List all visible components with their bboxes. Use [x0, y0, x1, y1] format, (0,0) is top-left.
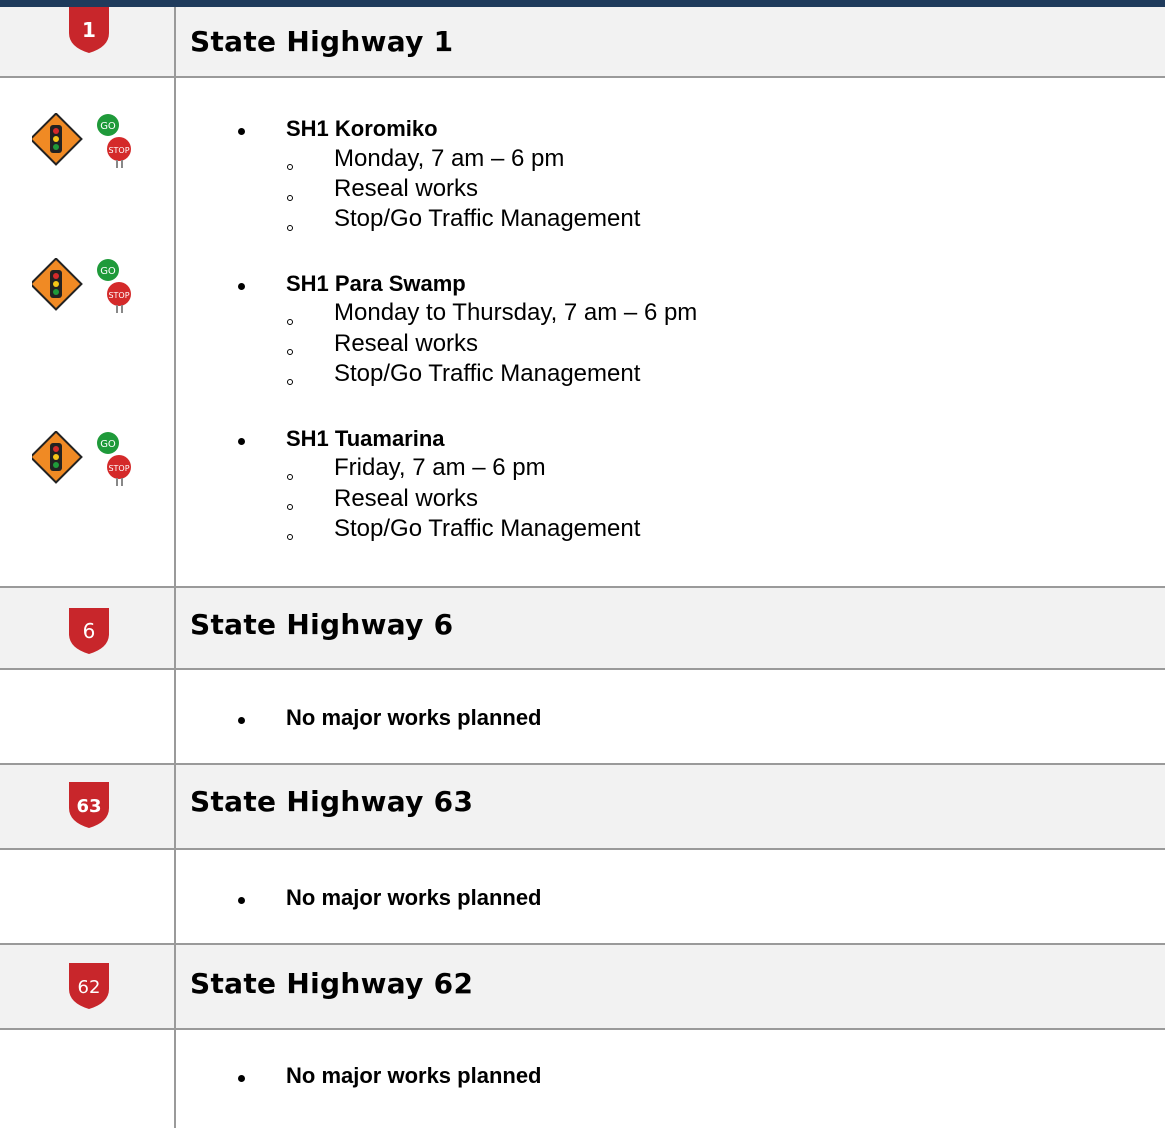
roadworks-signs-icon: GO STOP: [29, 257, 142, 318]
route-shield-icon: 63: [69, 782, 109, 828]
bullet: [238, 1075, 245, 1082]
route-shield-icon: 6: [69, 608, 109, 654]
section-body-sh62: No major works planned: [0, 1030, 1165, 1128]
route-shield-icon: 62: [69, 963, 109, 1009]
work-detail: Reseal works: [334, 485, 479, 512]
section-body-sh6: No major works planned: [0, 670, 1165, 765]
bullet: [238, 897, 245, 904]
bullet: [238, 717, 245, 724]
no-works-note: No major works planned: [286, 705, 542, 730]
section-body-sh63: No major works planned: [0, 850, 1165, 945]
work-detail: Stop/Go Traffic Management: [334, 360, 641, 387]
svg-text:GO: GO: [100, 121, 116, 132]
no-works-note: No major works planned: [286, 1063, 542, 1088]
icon-cell: [0, 850, 176, 943]
work-detail: Reseal works: [334, 330, 479, 357]
roadworks-signs-icon: GO STOP: [29, 430, 142, 491]
work-detail: Monday, 7 am – 6 pm: [334, 145, 565, 172]
sub-bullet: [287, 225, 293, 231]
svg-text:62: 62: [78, 977, 101, 998]
section-body-sh1: GO STOP SH1 Koromiko Monday, 7 am – 6 pm…: [0, 78, 1165, 588]
bullet: [238, 128, 245, 135]
section-title: State Highway 63: [190, 785, 474, 818]
bullet: [238, 438, 245, 445]
sub-bullet: [287, 195, 293, 201]
sub-bullet: [287, 164, 293, 170]
sub-bullet: [287, 379, 293, 385]
section-header-sh6: 6 State Highway 6: [0, 588, 1165, 670]
work-detail: Stop/Go Traffic Management: [334, 515, 641, 542]
work-detail: Stop/Go Traffic Management: [334, 205, 641, 232]
work-detail: Reseal works: [334, 175, 479, 202]
section-title: State Highway 1: [190, 25, 454, 58]
svg-text:STOP: STOP: [108, 291, 129, 300]
section-header-sh63: 63 State Highway 63: [0, 765, 1165, 850]
section-header-sh1: 1 State Highway 1: [0, 7, 1165, 78]
sub-bullet: [287, 349, 293, 355]
sub-bullet: [287, 474, 293, 480]
work-title: SH1 Para Swamp: [286, 271, 466, 296]
sub-bullet: [287, 504, 293, 510]
roadworks-signs-icon: GO STOP: [29, 112, 142, 173]
svg-text:63: 63: [76, 796, 101, 817]
sub-bullet: [287, 319, 293, 325]
top-rule: [0, 0, 1165, 7]
section-title: State Highway 62: [190, 967, 474, 1000]
icon-cell: [0, 1030, 176, 1128]
section-title: State Highway 6: [190, 608, 454, 641]
section-header-sh62: 62 State Highway 62: [0, 945, 1165, 1030]
no-works-note: No major works planned: [286, 885, 542, 910]
icon-cell: [0, 670, 176, 763]
svg-text:GO: GO: [100, 266, 116, 277]
bullet: [238, 283, 245, 290]
work-title: SH1 Tuamarina: [286, 426, 445, 451]
svg-text:6: 6: [83, 619, 96, 643]
route-shield-icon: 1: [69, 7, 109, 53]
work-detail: Friday, 7 am – 6 pm: [334, 454, 546, 481]
svg-text:STOP: STOP: [108, 464, 129, 473]
svg-text:1: 1: [82, 18, 96, 42]
work-title: SH1 Koromiko: [286, 116, 438, 141]
svg-text:STOP: STOP: [108, 146, 129, 155]
sub-bullet: [287, 534, 293, 540]
work-detail: Monday to Thursday, 7 am – 6 pm: [334, 299, 698, 326]
svg-text:GO: GO: [100, 439, 116, 450]
